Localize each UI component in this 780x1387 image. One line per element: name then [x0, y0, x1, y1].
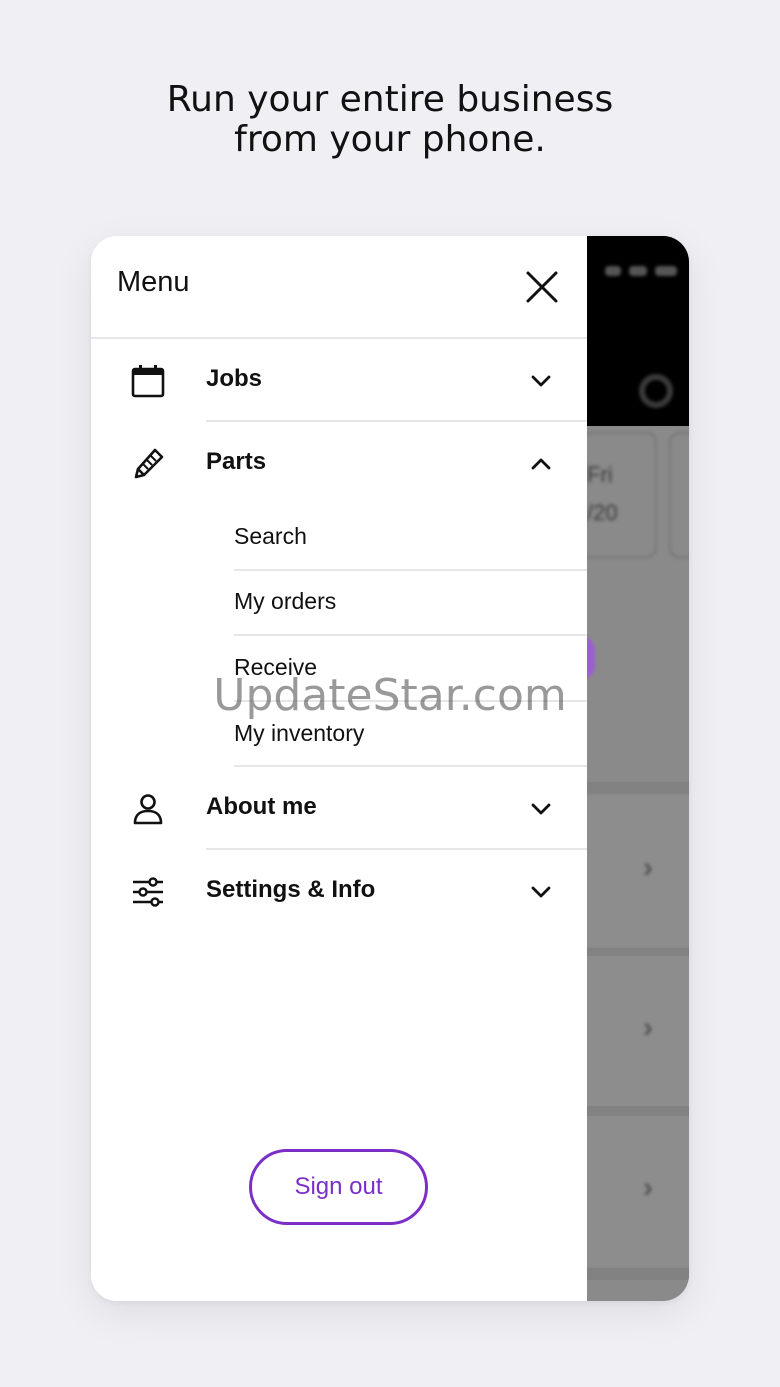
subitem-divider: [234, 700, 587, 702]
chevron-down-icon: [531, 803, 551, 815]
subitem-receive[interactable]: Receive: [234, 637, 587, 701]
close-icon: [526, 271, 558, 303]
background-list-row: [587, 796, 689, 946]
nav-item-parts[interactable]: Parts: [91, 422, 587, 504]
background-app-header: [587, 236, 689, 426]
subitem-receive-label: Receive: [234, 654, 318, 680]
navigation-drawer: Menu Jobs Parts Search My orders Receive…: [91, 236, 587, 1301]
pencil-icon: [134, 448, 164, 479]
menu-title: Menu: [117, 266, 190, 298]
background-day-label: Fri: [587, 462, 613, 487]
subitem-my-inventory-label: My inventory: [234, 720, 365, 746]
sign-out-button[interactable]: Sign out: [249, 1149, 428, 1225]
chevron-right-icon: ›: [643, 1011, 653, 1044]
status-bar-icons: [595, 262, 677, 278]
close-button[interactable]: [521, 266, 563, 308]
background-day-card-next: [669, 432, 689, 558]
chevron-right-icon: ›: [643, 1171, 653, 1204]
chevron-down-icon: [531, 375, 551, 387]
subitem-search[interactable]: Search: [234, 506, 587, 570]
background-list-row: [587, 956, 689, 1106]
background-separator: [587, 1268, 689, 1280]
subitem-search-label: Search: [234, 523, 307, 549]
headline: Run your entire business from your phone…: [0, 80, 780, 160]
chevron-up-icon: [531, 458, 551, 470]
subitem-my-orders-label: My orders: [234, 588, 337, 614]
nav-item-jobs-label: Jobs: [206, 365, 263, 392]
background-date-label: /20: [587, 500, 618, 525]
nav-item-jobs[interactable]: Jobs: [91, 339, 587, 421]
background-separator: [587, 782, 689, 794]
nav-item-about-me-label: About me: [206, 793, 317, 820]
subitem-my-inventory[interactable]: My inventory: [234, 703, 587, 767]
background-list-row: [587, 1116, 689, 1266]
nav-item-about-me[interactable]: About me: [91, 767, 587, 849]
background-app-overlay[interactable]: Fri /20 › › ›: [557, 236, 689, 1301]
calendar-icon: [131, 365, 165, 398]
headline-line-1: Run your entire business: [166, 79, 614, 120]
nav-item-settings-info[interactable]: Settings & Info: [91, 850, 587, 932]
gear-icon: [639, 374, 673, 408]
sliders-icon: [133, 877, 163, 907]
chevron-right-icon: ›: [643, 851, 653, 884]
subitem-my-orders[interactable]: My orders: [234, 571, 587, 635]
chevron-down-icon: [531, 886, 551, 898]
nav-item-settings-info-label: Settings & Info: [206, 876, 376, 903]
headline-line-2: from your phone.: [234, 119, 546, 160]
phone-screen: Fri /20 › › › Menu Jobs Parts Search My …: [91, 236, 689, 1301]
nav-item-parts-label: Parts: [206, 448, 267, 475]
subitem-divider: [234, 634, 587, 636]
person-icon: [133, 794, 163, 825]
